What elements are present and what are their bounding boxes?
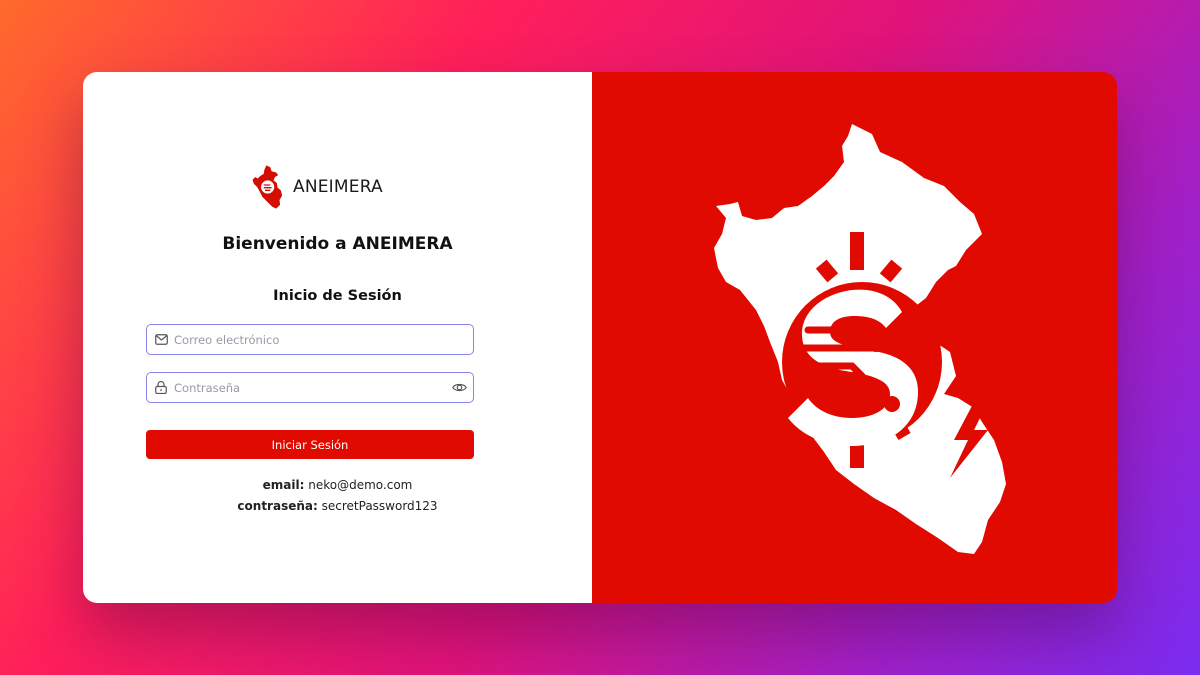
login-panel: ANEIMERA Bienvenido a ANEIMERA Inicio de… (83, 72, 592, 603)
demo-email-value: neko@demo.com (308, 478, 413, 492)
demo-password-value: secretPassword123 (321, 499, 438, 513)
brand-name: ANEIMERA (293, 177, 383, 197)
lock-icon (154, 381, 168, 395)
demo-email: email: neko@demo.com (83, 478, 592, 492)
welcome-heading: Bienvenido a ANEIMERA (222, 234, 453, 254)
password-input[interactable] (174, 373, 451, 402)
email-field[interactable] (146, 324, 474, 355)
brand-panel (592, 72, 1117, 603)
eye-icon[interactable] (451, 380, 467, 396)
brand: ANEIMERA (250, 164, 383, 210)
email-input[interactable] (174, 325, 473, 354)
demo-password-label: contraseña: (237, 499, 318, 513)
login-subtitle: Inicio de Sesión (273, 288, 402, 304)
login-card: ANEIMERA Bienvenido a ANEIMERA Inicio de… (83, 72, 1117, 603)
demo-email-label: email: (262, 478, 305, 492)
password-field[interactable] (146, 372, 474, 403)
demo-password: contraseña: secretPassword123 (83, 499, 592, 513)
login-button[interactable]: Iniciar Sesión (146, 430, 474, 459)
peru-map-circuit-logo-icon (714, 124, 1006, 554)
brand-logo-icon (252, 165, 283, 209)
mail-icon (154, 333, 168, 347)
